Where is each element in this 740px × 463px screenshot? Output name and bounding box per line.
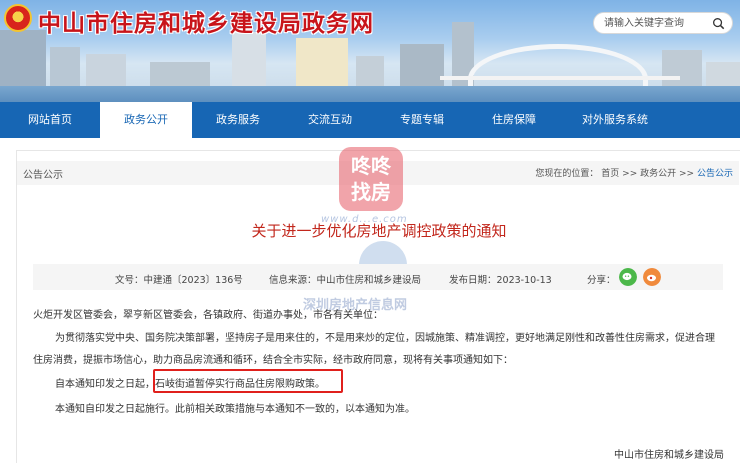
document-signature: 中山市住房和城乡建设局 [614,450,724,461]
document-paragraph-3: 本通知自印发之日起施行。此前相关政策措施与本通知不一致的，以本通知为准。 [55,404,415,415]
weibo-share-icon[interactable] [643,268,661,286]
search-input[interactable] [604,16,709,31]
document-title: 关于进一步优化房地产调控政策的通知 [251,222,507,240]
nav-item-home[interactable]: 网站首页 [0,102,100,138]
nav-item-gov-affairs-open[interactable]: 政务公开 [100,102,192,138]
wechat-share-icon[interactable] [619,268,637,286]
brand-watermark: 咚咚 找房 [339,147,403,211]
breadcrumb-gov-affairs[interactable]: 政务公开 [640,169,676,179]
document-paragraph-1: 为贯彻落实党中央、国务院决策部署，坚持房子是用来住的，不是用来炒的定位，因城施策… [55,333,715,344]
nav-item-topics[interactable]: 专题专辑 [376,102,468,138]
nav-item-interaction[interactable]: 交流互动 [284,102,376,138]
document-paragraph-1-cont: 住房消费，提振市场信心，助力商品房流通和循环，结合全市实际，经市政府同意，现将有… [33,355,513,366]
breadcrumb-sep: >> [622,169,638,179]
river [0,86,740,102]
highlight-box [153,369,343,393]
breadcrumb-current[interactable]: 公告公示 [697,169,733,179]
breadcrumb-prefix: 您现在的位置： [535,169,599,179]
brand-watermark-line2: 找房 [351,180,391,204]
document-meta: 文号：中建通〔2023〕136号 信息来源：中山市住房和城乡建设局 发布日期：2… [33,264,723,290]
section-name: 公告公示 [23,170,63,181]
doc-date: 发布日期：2023-10-13 [449,275,552,286]
brand-watermark-line1: 咚咚 [351,154,391,178]
header-banner: 中山市住房和城乡建设局政务网 [0,0,740,102]
nav-item-external-services[interactable]: 对外服务系统 [560,102,670,138]
nav-item-gov-services[interactable]: 政务服务 [192,102,284,138]
share-label: 分享： [587,275,616,286]
nav-item-housing-security[interactable]: 住房保障 [468,102,560,138]
bridge-deck [440,76,680,80]
breadcrumb-home[interactable]: 首页 [601,169,619,179]
breadcrumb-sep: >> [679,169,695,179]
paragraph-2-prefix: 自本通知印发之日起， [55,379,155,390]
document-recipients: 火炬开发区管委会，翠亨新区管委会，各镇政府、街道办事处，市各有关单位： [33,310,383,321]
breadcrumb: 您现在的位置： 首页 >> 政务公开 >> 公告公示 [535,166,733,179]
site-title: 中山市住房和城乡建设局政务网 [38,11,374,37]
doc-source: 信息来源：中山市住房和城乡建设局 [269,275,422,286]
emblem-logo [4,4,32,32]
content-panel: 公告公示 您现在的位置： 首页 >> 政务公开 >> 公告公示 咚咚 找房 ww… [16,147,740,463]
main-nav: 网站首页 政务公开 政务服务 交流互动 专题专辑 住房保障 对外服务系统 [0,102,740,138]
doc-number: 文号：中建通〔2023〕136号 [115,275,243,286]
search-icon[interactable] [712,17,725,30]
search-box[interactable] [593,12,733,34]
